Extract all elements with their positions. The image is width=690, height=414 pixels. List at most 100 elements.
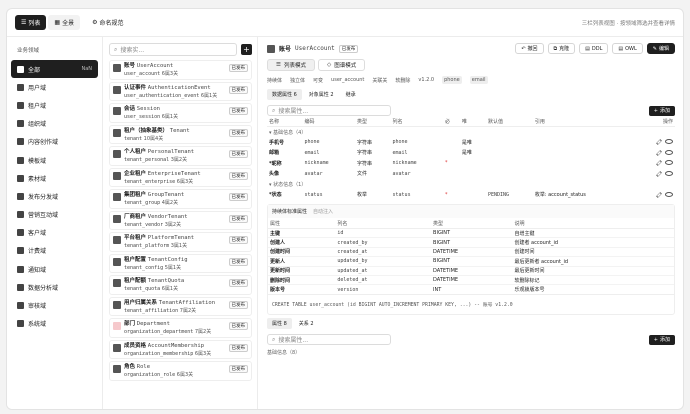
table-row[interactable]: 手机号 phone 字符串 phone 是唯 bbox=[267, 137, 675, 148]
inherit-cell: 软删除标记 bbox=[512, 274, 674, 285]
domain-icon bbox=[17, 283, 24, 291]
table-row: 更新时间 updated_at DATETIME 最后更新时间 bbox=[268, 265, 674, 276]
owl-button[interactable]: ▤ OWL bbox=[612, 43, 643, 54]
cell-col: phone bbox=[392, 139, 408, 146]
inherit-cell: 版本号 bbox=[268, 284, 336, 295]
sidebar-item[interactable]: 通知域 bbox=[11, 260, 98, 278]
view-icon[interactable] bbox=[665, 170, 673, 176]
list-item[interactable]: 成员资格 AccountMembership organization_membe… bbox=[109, 339, 252, 359]
sidebar-item[interactable]: 审核域 bbox=[11, 296, 98, 314]
ddl-button[interactable]: ▤ DDL bbox=[579, 43, 609, 54]
cell-ref: 枚举: account_status bbox=[534, 192, 586, 199]
sidebar-item[interactable]: 数据分析域 bbox=[11, 278, 98, 296]
table-name: user_session bbox=[124, 114, 161, 120]
entity-name: 成员资格 AccountMembership bbox=[124, 342, 211, 350]
list-item[interactable]: 角色 Role organization_role 6属3关 已发布 bbox=[109, 361, 252, 381]
table-name: tenant bbox=[124, 135, 143, 142]
tab-panorama[interactable]: ▦ 全景 bbox=[48, 15, 81, 30]
tab-data-properties[interactable]: 数据属性 6 bbox=[267, 89, 302, 100]
add-property-button-2[interactable]: + 添加 bbox=[648, 334, 675, 345]
list-item[interactable]: 认证事件 AuthenticationEvent user_authenticat… bbox=[109, 81, 252, 101]
sidebar-item[interactable]: 全部 NaN bbox=[11, 60, 98, 79]
entity-search-input[interactable]: ⌕ 搜索实... bbox=[109, 43, 237, 56]
sidebar-item[interactable]: 内容创作域 bbox=[11, 133, 98, 151]
sidebar-item[interactable]: 计费域 bbox=[11, 242, 98, 260]
cell-def: PENDING bbox=[488, 191, 510, 198]
entity-icon bbox=[113, 343, 121, 352]
list-item[interactable]: 集团租户 GroupTenant tenant_group 4属2关 已发布 bbox=[109, 189, 252, 209]
list-item[interactable]: 账号 UserAccount user_account 6属3关 已发布 bbox=[109, 60, 252, 80]
list-item[interactable]: 部门 Department organization_department 7属2… bbox=[109, 318, 252, 338]
domain-icon bbox=[17, 120, 24, 128]
edit-icon[interactable] bbox=[656, 149, 662, 156]
table-row[interactable]: 头像 avatar 文件 avatar bbox=[267, 169, 675, 180]
list-item[interactable]: 个人租户 PersonalTenant tenant_personal 3属2关已… bbox=[109, 146, 252, 166]
sidebar-item[interactable]: 客户域 bbox=[11, 224, 98, 242]
tab-attributes[interactable]: 属性 8 bbox=[267, 318, 292, 330]
view-icon[interactable] bbox=[665, 191, 673, 197]
sidebar-item[interactable]: 模板域 bbox=[11, 151, 98, 169]
row-actions bbox=[636, 169, 675, 180]
table-row[interactable]: *状态 status 枚举 status * PENDING 枚举: account_sta… bbox=[267, 190, 675, 201]
graph-mode-button[interactable]: ◇ 图谱模式 bbox=[317, 59, 366, 71]
edit-button[interactable]: ✎ 编辑 bbox=[646, 43, 675, 54]
sidebar-item-label: 审核域 bbox=[28, 303, 47, 311]
sidebar-item[interactable]: 系统域 bbox=[11, 315, 98, 333]
sidebar-item[interactable]: 营销互动域 bbox=[11, 206, 98, 224]
sidebar-item-label: 模板域 bbox=[28, 157, 47, 165]
list-item[interactable]: 租户（抽象基类） Tenant tenant 10属4关 已发布 bbox=[109, 124, 252, 144]
list-item[interactable]: 租户配置 TenantConfig tenant_config 5属1关 已发布 bbox=[109, 253, 252, 273]
withdraw-button[interactable]: ↶ 撤回 bbox=[515, 43, 544, 54]
entity-name: 企业租户 EnterpriseTenant bbox=[124, 170, 201, 178]
sidebar-item[interactable]: 组织域 bbox=[11, 115, 98, 133]
naming-rules-link[interactable]: ⚙ 命名规范 bbox=[92, 18, 123, 27]
inherit-cell: 最后更新者 account_id bbox=[512, 256, 674, 267]
list-item[interactable]: 租户配额 TenantQuota tenant_quota 6属1关 已发布 bbox=[109, 275, 252, 295]
table-row: 主键 id BIGINT 自增主键 bbox=[268, 227, 674, 238]
tab-list[interactable]: ☰ 列表 bbox=[15, 15, 47, 30]
view-icon[interactable] bbox=[665, 160, 673, 166]
entity-icon bbox=[113, 279, 121, 287]
list-item[interactable]: 用户归属关系 TenantAffiliation tenant_affiliati… bbox=[109, 296, 252, 316]
group-row[interactable]: ▾ 基础信息（4） bbox=[267, 127, 675, 138]
group-row[interactable]: ▾ 状态信息（1） bbox=[267, 179, 675, 190]
tab-relations[interactable]: 关系 2 bbox=[294, 318, 319, 329]
table-row[interactable]: *昵称 nickname 字符串 nickname * bbox=[267, 158, 675, 169]
property-search-input-2[interactable]: ⌕ 搜索属性... bbox=[267, 334, 391, 346]
entity-name: 租户配额 TenantQuota bbox=[124, 277, 184, 285]
add-entity-button[interactable]: + bbox=[241, 44, 252, 55]
tab-object-properties[interactable]: 对象属性 2 bbox=[304, 89, 339, 100]
entity-cn-name: 企业租户 bbox=[124, 170, 147, 177]
tab-inheritance[interactable]: 继承 bbox=[341, 89, 361, 100]
sidebar-item[interactable]: 发布分发域 bbox=[11, 187, 98, 205]
status-badge: 已发布 bbox=[228, 171, 248, 180]
entity-cn-name: 成员资格 bbox=[124, 342, 147, 349]
table-row: 删除时间 deleted_at DATETIME 软删除标记 bbox=[268, 274, 674, 285]
list-item[interactable]: 平台租户 PlatformTenant tenant_platform 3属1关已… bbox=[109, 232, 252, 252]
entity-name: 账号 UserAccount bbox=[124, 62, 178, 70]
edit-icon[interactable] bbox=[656, 170, 662, 177]
sidebar-item-label: 营销互动域 bbox=[28, 212, 59, 220]
list-mode-button[interactable]: ☰ 列表模式 bbox=[267, 59, 315, 71]
column-header: 必 bbox=[443, 116, 460, 127]
pencil-icon: ✎ bbox=[652, 45, 657, 52]
list-item[interactable]: 厂商租户 VendorTenant tenant_vendor 3属2关 已发布 bbox=[109, 210, 252, 230]
clone-button[interactable]: ⧉ 克隆 bbox=[547, 43, 576, 54]
view-icon[interactable] bbox=[665, 149, 673, 155]
cell-def bbox=[486, 148, 533, 159]
property-search-input[interactable]: ⌕ 搜索属性... bbox=[267, 105, 391, 116]
sidebar-item[interactable]: 素材域 bbox=[11, 169, 98, 187]
list-item[interactable]: 企业租户 EnterpriseTenant tenant_enterprise 6… bbox=[109, 167, 252, 187]
sidebar-item[interactable]: 租户域 bbox=[11, 96, 98, 114]
add-property-button[interactable]: + 添加 bbox=[648, 105, 675, 116]
view-icon[interactable] bbox=[665, 139, 673, 145]
sidebar-item[interactable]: 用户域 bbox=[11, 78, 98, 96]
edit-icon[interactable] bbox=[656, 191, 662, 198]
edit-icon[interactable] bbox=[656, 139, 662, 146]
entity-list: ⌕ 搜索实... + 账号 UserAccount user_account 6属3… bbox=[104, 37, 258, 409]
domain-icon bbox=[17, 229, 24, 237]
sidebar-item-count: NaN bbox=[81, 66, 92, 73]
table-row[interactable]: 邮箱 email 字符串 email 是唯 bbox=[267, 148, 675, 159]
edit-icon[interactable] bbox=[656, 160, 662, 167]
list-item[interactable]: 会话 Session user_session 6属1关 已发布 bbox=[109, 103, 252, 123]
